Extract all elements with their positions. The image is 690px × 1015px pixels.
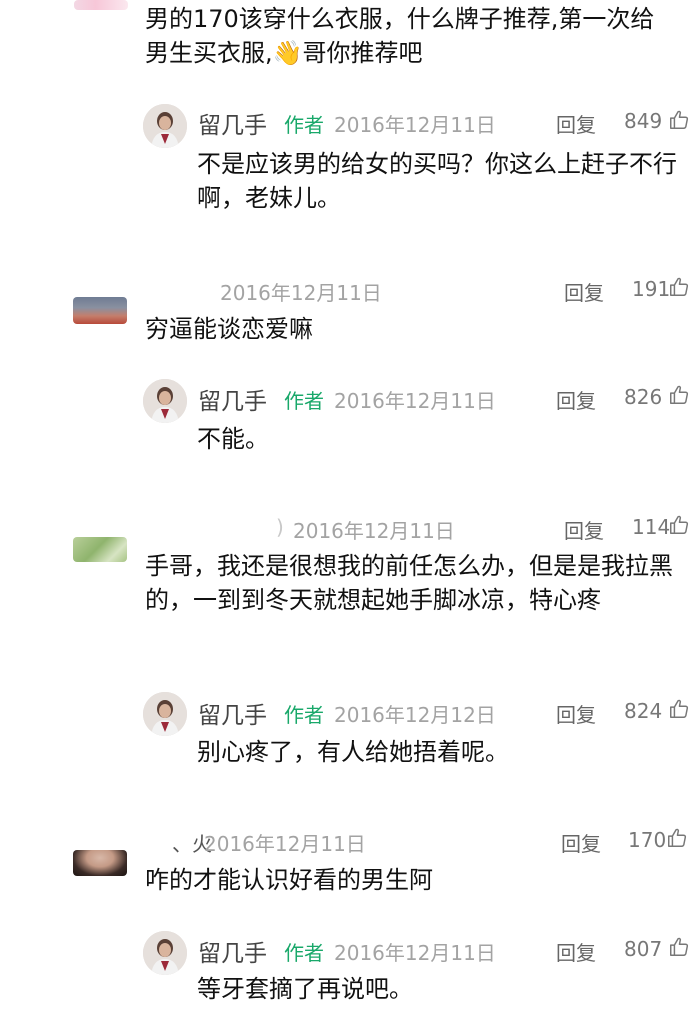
comment-text: 咋的才能认识好看的男生阿 — [145, 866, 433, 894]
commenter-avatar[interactable] — [74, 0, 128, 10]
commenter-avatar[interactable] — [73, 537, 127, 562]
reply-text: 不能。 — [197, 425, 269, 453]
comment-date: 2016年12月11日 — [220, 281, 382, 305]
like-count: 849 — [624, 109, 663, 133]
reply-button[interactable]: 回复 — [564, 515, 604, 544]
author-badge: 作者 — [284, 703, 324, 727]
like-count: 191 — [632, 277, 671, 301]
thumbs-up-icon[interactable] — [668, 698, 690, 720]
commenter-name[interactable]: ) — [276, 515, 284, 539]
comment-feed: 男的170该穿什么衣服，什么牌子推荐,第一次给男生买衣服,👋哥你推荐吧 留几手 … — [0, 0, 690, 1015]
author-avatar-image — [143, 379, 187, 423]
author-avatar[interactable] — [143, 692, 187, 736]
author-avatar[interactable] — [143, 104, 187, 148]
author-badge: 作者 — [284, 389, 324, 413]
comment-text: 穷逼能谈恋爱嘛 — [145, 315, 313, 343]
author-name[interactable]: 留几手 — [198, 382, 267, 416]
reply-text: 等牙套摘了再说吧。 — [197, 975, 413, 1003]
author-badge: 作者 — [284, 113, 324, 137]
commenter-avatar[interactable] — [73, 850, 127, 876]
reply-button[interactable]: 回复 — [564, 277, 604, 306]
reply-button[interactable]: 回复 — [556, 699, 596, 728]
author-name[interactable]: 留几手 — [198, 934, 267, 968]
reply-button[interactable]: 回复 — [561, 828, 601, 857]
thumbs-up-icon[interactable] — [668, 514, 690, 536]
thumbs-up-icon[interactable] — [668, 384, 690, 406]
author-name[interactable]: 留几手 — [198, 696, 267, 730]
thumbs-up-icon[interactable] — [668, 276, 690, 298]
reply-text: 别心疼了，有人给她捂着呢。 — [197, 738, 509, 766]
comment-text: 男的170该穿什么衣服，什么牌子推荐,第一次给男生买衣服,👋哥你推荐吧 — [145, 5, 655, 67]
thumbs-up-icon[interactable] — [668, 936, 690, 958]
author-badge: 作者 — [284, 941, 324, 965]
thumbs-up-icon[interactable] — [666, 827, 688, 849]
author-avatar-image — [143, 931, 187, 975]
reply-date: 2016年12月11日 — [334, 389, 496, 413]
author-avatar[interactable] — [143, 379, 187, 423]
reply-button[interactable]: 回复 — [556, 937, 596, 966]
reply-button[interactable]: 回复 — [556, 385, 596, 414]
comment-date: 2016年12月11日 — [204, 832, 366, 856]
commenter-avatar[interactable] — [73, 297, 127, 324]
reply-date: 2016年12月11日 — [334, 941, 496, 965]
author-avatar-image — [143, 692, 187, 736]
author-name[interactable]: 留几手 — [198, 106, 267, 140]
reply-date: 2016年12月12日 — [334, 703, 496, 727]
like-count: 826 — [624, 385, 663, 409]
like-count: 114 — [632, 515, 671, 539]
comment-date: 2016年12月11日 — [293, 519, 455, 543]
reply-button[interactable]: 回复 — [556, 109, 596, 138]
author-avatar[interactable] — [143, 931, 187, 975]
like-count: 824 — [624, 699, 663, 723]
reply-date: 2016年12月11日 — [334, 113, 496, 137]
author-avatar-image — [143, 104, 187, 148]
thumbs-up-icon[interactable] — [668, 109, 690, 131]
like-count: 170 — [628, 828, 667, 852]
reply-text: 不是应该男的给女的买吗？你这么上赶子不行啊，老妹儿。 — [197, 150, 677, 212]
comment-text: 手哥，我还是很想我的前任怎么办，但是是我拉黑的，一到到冬天就想起她手脚冰凉，特心… — [145, 552, 673, 614]
like-count: 807 — [624, 937, 663, 961]
